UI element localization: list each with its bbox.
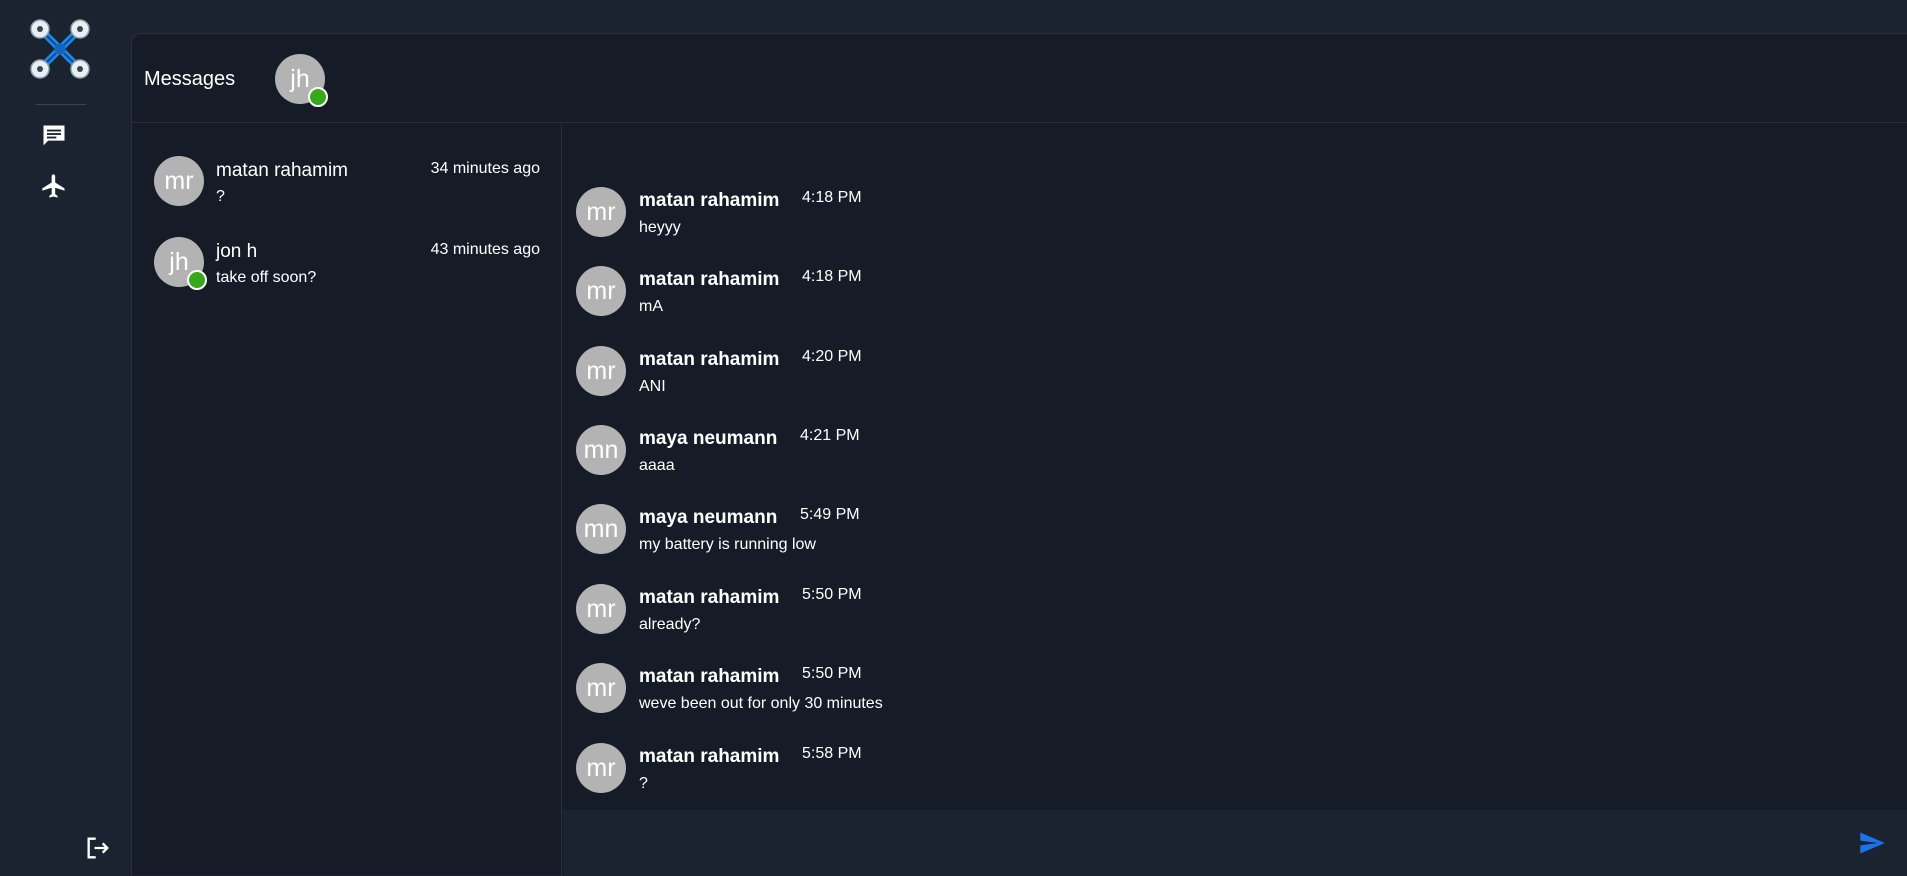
message-item: mn maya neumann 4:21 PM aaaa xyxy=(576,425,1376,485)
conversation-name: jon h xyxy=(216,241,258,262)
message-time: 5:49 PM xyxy=(800,506,860,523)
send-icon[interactable] xyxy=(1856,827,1888,859)
avatar-initials: mr xyxy=(586,673,616,702)
messages-panel: Messages jh mr matan rahamim ? 34 minute… xyxy=(131,33,1907,876)
conversation-item[interactable]: jh jon h take off soon? 43 minutes ago xyxy=(132,237,562,315)
avatar[interactable]: mn xyxy=(576,504,626,554)
messages-header: Messages jh xyxy=(132,34,1907,123)
avatar-initials: mr xyxy=(586,594,616,623)
avatar-initials: mr xyxy=(586,753,616,782)
message-time: 5:50 PM xyxy=(802,665,862,682)
conversation-list: mr matan rahamim ? 34 minutes ago jh jon… xyxy=(132,124,562,876)
message-author: matan rahamim xyxy=(639,269,780,290)
message-text: heyyy xyxy=(639,219,681,236)
avatar-initials: mr xyxy=(586,197,616,226)
avatar[interactable]: mn xyxy=(576,425,626,475)
conversation-preview: ? xyxy=(216,188,225,205)
message-item: mr matan rahamim 5:50 PM weve been out f… xyxy=(576,663,1376,723)
message-input[interactable] xyxy=(563,810,1833,876)
avatar[interactable]: mr xyxy=(576,584,626,634)
message-time: 4:20 PM xyxy=(802,348,862,365)
avatar-initials: mr xyxy=(586,276,616,305)
conversation-time: 34 minutes ago xyxy=(430,160,540,177)
message-item: mr matan rahamim 5:58 PM ? xyxy=(576,743,1376,803)
conversation-item[interactable]: mr matan rahamim ? 34 minutes ago xyxy=(132,156,562,234)
avatar[interactable]: mr xyxy=(576,663,626,713)
avatar-initials: mr xyxy=(164,166,194,195)
avatar[interactable]: mr xyxy=(576,266,626,316)
page-title: Messages xyxy=(144,68,236,90)
online-status-dot xyxy=(187,270,207,290)
message-text: already? xyxy=(639,616,701,633)
message-author: maya neumann xyxy=(639,507,778,528)
message-item: mr matan rahamim 5:50 PM already? xyxy=(576,584,1376,644)
avatar-initials: jh xyxy=(169,247,189,276)
message-author: matan rahamim xyxy=(639,587,780,608)
message-time: 4:18 PM xyxy=(802,189,862,206)
message-author: matan rahamim xyxy=(639,349,780,370)
message-text: my battery is running low xyxy=(639,536,816,553)
avatar-initials: mn xyxy=(583,435,619,464)
chat-icon[interactable] xyxy=(38,120,70,152)
conversation-time: 43 minutes ago xyxy=(430,241,540,258)
message-text: ? xyxy=(639,775,648,792)
rail-divider xyxy=(36,104,86,105)
logout-icon[interactable] xyxy=(82,832,114,864)
message-thread: mr matan rahamim 4:18 PM heyyy mr matan … xyxy=(563,124,1907,810)
avatar[interactable]: mr xyxy=(576,743,626,793)
avatar-initials: mn xyxy=(583,514,619,543)
message-author: maya neumann xyxy=(639,428,778,449)
avatar[interactable]: mr xyxy=(576,346,626,396)
avatar[interactable]: jh xyxy=(275,54,328,107)
message-time: 4:21 PM xyxy=(800,427,860,444)
message-text: aaaa xyxy=(639,457,675,474)
airplane-icon[interactable] xyxy=(38,170,70,202)
message-time: 4:18 PM xyxy=(802,268,862,285)
conversation-preview: take off soon? xyxy=(216,269,317,286)
drone-logo-icon[interactable] xyxy=(28,17,92,81)
message-author: matan rahamim xyxy=(639,746,780,767)
message-author: matan rahamim xyxy=(639,190,780,211)
avatar-initials: jh xyxy=(290,64,310,93)
avatar-initials: mr xyxy=(586,356,616,385)
message-composer xyxy=(563,810,1907,876)
message-time: 5:50 PM xyxy=(802,586,862,603)
message-item: mr matan rahamim 4:18 PM heyyy xyxy=(576,187,1376,247)
message-item: mn maya neumann 5:49 PM my battery is ru… xyxy=(576,504,1376,564)
avatar[interactable]: mr xyxy=(576,187,626,237)
message-text: weve been out for only 30 minutes xyxy=(639,695,883,712)
message-text: mA xyxy=(639,298,663,315)
avatar: jh xyxy=(154,237,207,290)
conversation-name: matan rahamim xyxy=(216,160,348,181)
message-item: mr matan rahamim 4:20 PM ANI xyxy=(576,346,1376,406)
online-status-dot xyxy=(308,87,328,107)
message-text: ANI xyxy=(639,378,666,395)
side-rail xyxy=(0,0,130,875)
avatar: mr xyxy=(154,156,204,206)
message-item: mr matan rahamim 4:18 PM mA xyxy=(576,266,1376,326)
message-author: matan rahamim xyxy=(639,666,780,687)
message-time: 5:58 PM xyxy=(802,745,862,762)
